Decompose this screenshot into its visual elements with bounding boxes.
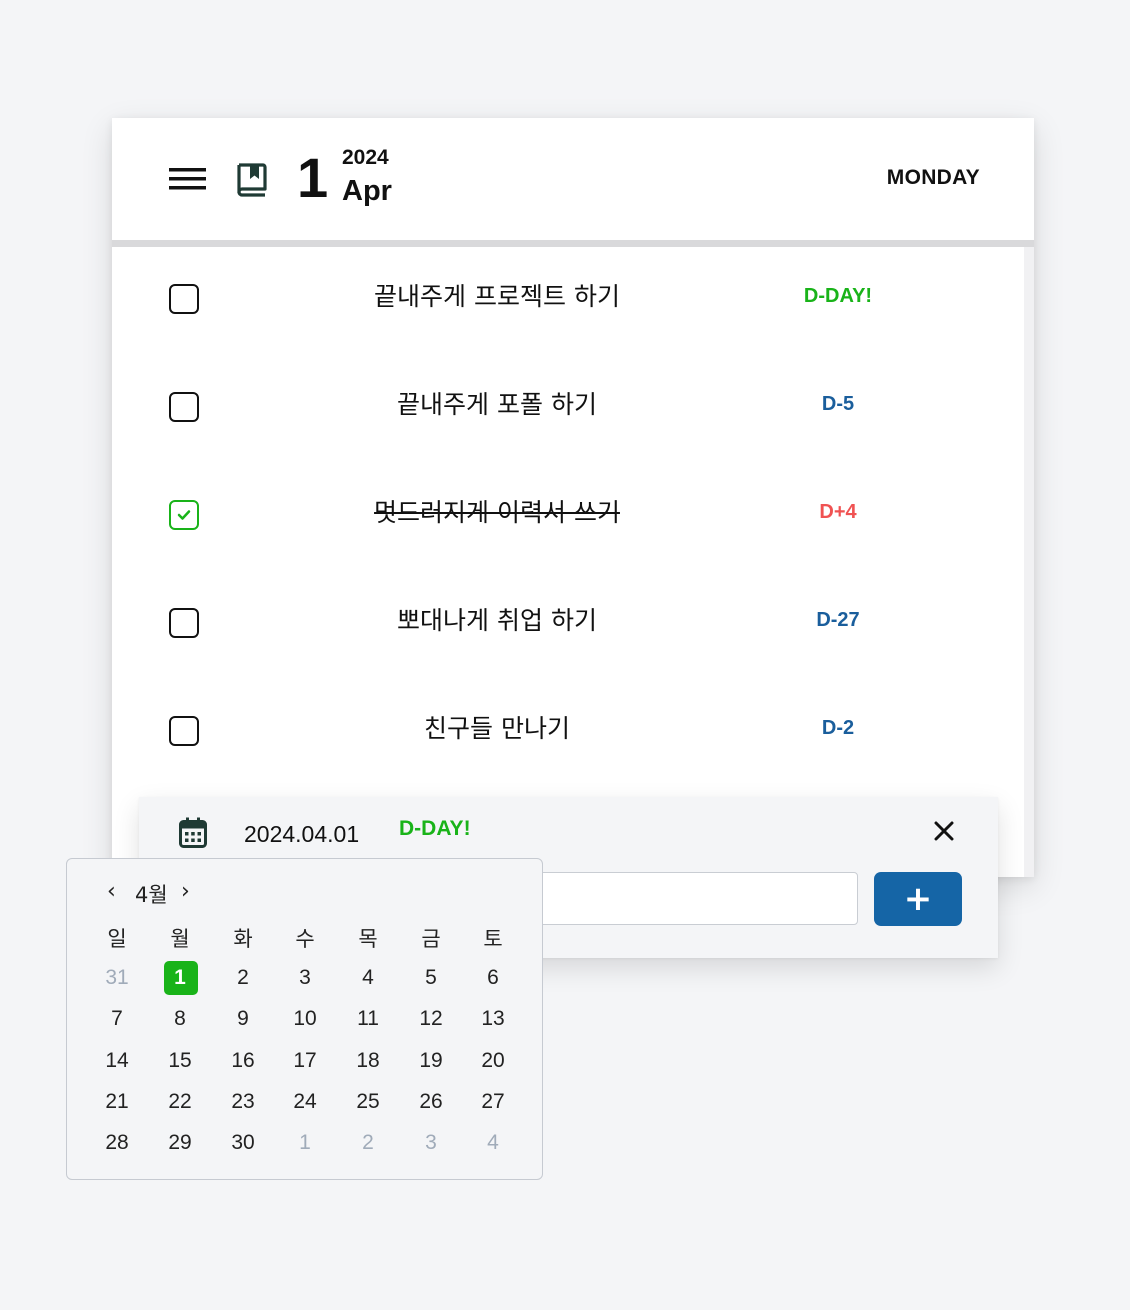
task-checkbox[interactable] bbox=[169, 716, 199, 746]
day-label: 1 bbox=[174, 966, 186, 989]
calendar-icon[interactable] bbox=[179, 817, 207, 848]
day-cell[interactable]: 9 bbox=[218, 1002, 268, 1036]
day-cell[interactable]: 10 bbox=[280, 1002, 330, 1036]
day-cell[interactable]: 3 bbox=[406, 1126, 456, 1160]
task-row: 멋드러지게 이력서 쓰기 D+4 bbox=[112, 463, 1012, 571]
weekday-header: 수 bbox=[295, 928, 315, 951]
day-cell[interactable]: 16 bbox=[218, 1044, 268, 1078]
date-weekday: MONDAY bbox=[886, 166, 980, 189]
day-cell[interactable]: 5 bbox=[406, 961, 456, 995]
task-checkbox[interactable] bbox=[169, 500, 199, 530]
day-cell[interactable]: 17 bbox=[280, 1044, 330, 1078]
datepicker-popup: ‹ 4월 › 일 월 화 수 목 금 토 31 1 2 3 4 5 6 7 8 9 10 11 12 13 14 15 16 1… bbox=[66, 858, 543, 1180]
day-cell[interactable]: 25 bbox=[343, 1085, 393, 1119]
day-cell[interactable]: 31 bbox=[92, 961, 142, 995]
day-cell[interactable]: 23 bbox=[218, 1085, 268, 1119]
selected-dday: D-DAY! bbox=[399, 817, 471, 840]
day-cell[interactable]: 6 bbox=[468, 961, 518, 995]
date-year: 2024 bbox=[342, 146, 389, 169]
day-cell[interactable]: 28 bbox=[92, 1126, 142, 1160]
day-cell[interactable]: 24 bbox=[280, 1085, 330, 1119]
day-cell[interactable]: 2 bbox=[343, 1126, 393, 1160]
day-cell[interactable]: 21 bbox=[92, 1085, 142, 1119]
day-cell[interactable]: 22 bbox=[155, 1085, 205, 1119]
hamburger-menu-icon[interactable] bbox=[169, 168, 206, 190]
day-cell[interactable]: 11 bbox=[343, 1002, 393, 1036]
task-text[interactable]: 끝내주게 프로젝트 하기 bbox=[312, 281, 682, 313]
day-cell[interactable]: 26 bbox=[406, 1085, 456, 1119]
todo-card: 1 2024 Apr MONDAY 끝내주게 프로젝트 하기 D-DAY! 끝내주게… bbox=[112, 118, 1034, 877]
task-row: 친구들 만나기 D-2 bbox=[112, 679, 1012, 787]
day-cell[interactable]: 12 bbox=[406, 1002, 456, 1036]
task-text[interactable]: 멋드러지게 이력서 쓰기 bbox=[312, 497, 682, 529]
day-cell[interactable]: 18 bbox=[343, 1044, 393, 1078]
task-dday: D-27 bbox=[816, 609, 860, 631]
day-cell[interactable]: 20 bbox=[468, 1044, 518, 1078]
weekday-header: 일 bbox=[107, 928, 127, 951]
day-cell[interactable]: 13 bbox=[468, 1002, 518, 1036]
weekday-header: 금 bbox=[421, 928, 441, 951]
day-cell[interactable]: 30 bbox=[218, 1126, 268, 1160]
date-month: Apr bbox=[342, 175, 392, 207]
date-day: 1 bbox=[297, 146, 329, 209]
weekday-header: 토 bbox=[483, 928, 503, 951]
header-divider bbox=[112, 240, 1034, 247]
task-dday: D-DAY! bbox=[803, 285, 873, 307]
day-cell[interactable]: 4 bbox=[343, 961, 393, 995]
task-row: 끝내주게 포폴 하기 D-5 bbox=[112, 355, 1012, 463]
scrollbar[interactable] bbox=[1024, 247, 1034, 877]
weekday-header: 화 bbox=[233, 928, 253, 951]
day-cell[interactable]: 3 bbox=[280, 961, 330, 995]
close-icon[interactable] bbox=[934, 821, 954, 841]
task-dday: D-2 bbox=[821, 717, 855, 739]
day-cell[interactable]: 14 bbox=[92, 1044, 142, 1078]
task-row: 뽀대나게 취업 하기 D-27 bbox=[112, 571, 1012, 679]
selected-date[interactable]: 2024.04.01 bbox=[244, 821, 359, 848]
weekday-header: 월 bbox=[170, 928, 190, 951]
bookmark-book-icon[interactable] bbox=[235, 162, 269, 198]
header: 1 2024 Apr MONDAY bbox=[112, 118, 1034, 240]
weekday-header: 목 bbox=[358, 928, 378, 951]
prev-month-button[interactable]: ‹ bbox=[107, 879, 116, 904]
day-cell[interactable]: 15 bbox=[155, 1044, 205, 1078]
task-row: 끝내주게 프로젝트 하기 D-DAY! bbox=[112, 247, 1012, 355]
task-text[interactable]: 끝내주게 포폴 하기 bbox=[312, 389, 682, 421]
task-text[interactable]: 친구들 만나기 bbox=[312, 713, 682, 745]
task-text[interactable]: 뽀대나게 취업 하기 bbox=[312, 605, 682, 637]
day-cell[interactable]: 1 bbox=[280, 1126, 330, 1160]
task-checkbox[interactable] bbox=[169, 284, 199, 314]
day-cell[interactable]: 8 bbox=[155, 1002, 205, 1036]
checkmark-icon bbox=[177, 510, 191, 520]
task-checkbox[interactable] bbox=[169, 608, 199, 638]
next-month-button[interactable]: › bbox=[181, 879, 190, 904]
datepicker-title: 4월 bbox=[135, 883, 168, 907]
task-dday: D-5 bbox=[821, 393, 855, 415]
task-checkbox[interactable] bbox=[169, 392, 199, 422]
add-task-button[interactable]: + bbox=[874, 872, 962, 926]
day-cell[interactable]: 7 bbox=[92, 1002, 142, 1036]
day-cell[interactable]: 27 bbox=[468, 1085, 518, 1119]
day-cell[interactable]: 2 bbox=[218, 961, 268, 995]
task-dday: D+4 bbox=[819, 501, 857, 523]
day-cell-selected[interactable]: 1 bbox=[155, 961, 205, 995]
day-cell[interactable]: 4 bbox=[468, 1126, 518, 1160]
day-cell[interactable]: 29 bbox=[155, 1126, 205, 1160]
day-cell[interactable]: 19 bbox=[406, 1044, 456, 1078]
